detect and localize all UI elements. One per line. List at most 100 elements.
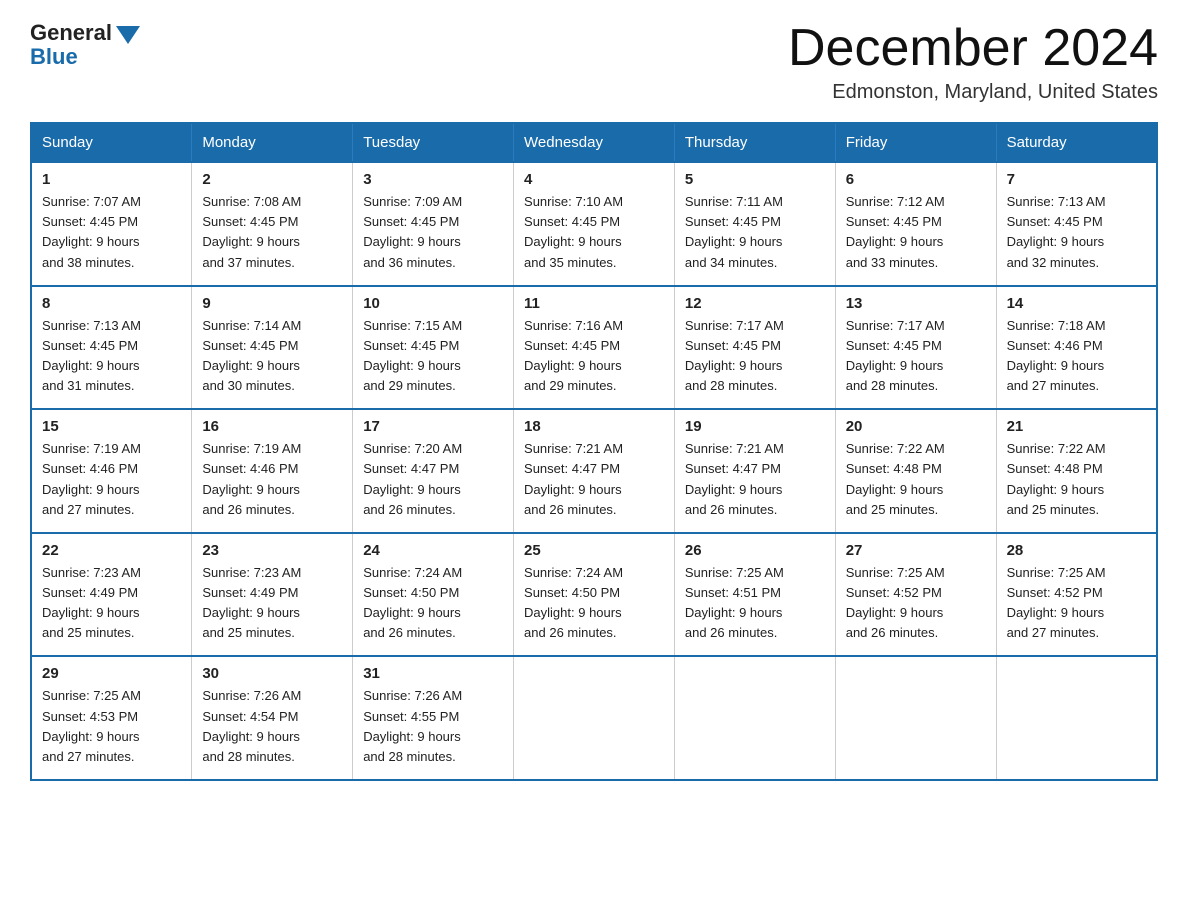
day-info: Sunrise: 7:16 AMSunset: 4:45 PMDaylight:… <box>524 316 664 397</box>
day-info: Sunrise: 7:25 AMSunset: 4:53 PMDaylight:… <box>42 686 181 767</box>
calendar-cell: 29 Sunrise: 7:25 AMSunset: 4:53 PMDaylig… <box>31 656 192 780</box>
day-number: 20 <box>846 418 986 435</box>
calendar-week-4: 22 Sunrise: 7:23 AMSunset: 4:49 PMDaylig… <box>31 533 1157 657</box>
day-number: 23 <box>202 542 342 559</box>
calendar-cell: 2 Sunrise: 7:08 AMSunset: 4:45 PMDayligh… <box>192 162 353 286</box>
day-info: Sunrise: 7:17 AMSunset: 4:45 PMDaylight:… <box>846 316 986 397</box>
calendar-cell: 11 Sunrise: 7:16 AMSunset: 4:45 PMDaylig… <box>514 286 675 410</box>
calendar-cell: 9 Sunrise: 7:14 AMSunset: 4:45 PMDayligh… <box>192 286 353 410</box>
location-text: Edmonston, Maryland, United States <box>788 81 1158 104</box>
calendar-cell: 20 Sunrise: 7:22 AMSunset: 4:48 PMDaylig… <box>835 409 996 533</box>
day-number: 28 <box>1007 542 1146 559</box>
calendar-cell: 12 Sunrise: 7:17 AMSunset: 4:45 PMDaylig… <box>674 286 835 410</box>
day-info: Sunrise: 7:21 AMSunset: 4:47 PMDaylight:… <box>685 439 825 520</box>
calendar-cell: 28 Sunrise: 7:25 AMSunset: 4:52 PMDaylig… <box>996 533 1157 657</box>
day-number: 10 <box>363 295 503 312</box>
day-info: Sunrise: 7:20 AMSunset: 4:47 PMDaylight:… <box>363 439 503 520</box>
calendar-cell: 15 Sunrise: 7:19 AMSunset: 4:46 PMDaylig… <box>31 409 192 533</box>
day-info: Sunrise: 7:13 AMSunset: 4:45 PMDaylight:… <box>42 316 181 397</box>
calendar-cell: 5 Sunrise: 7:11 AMSunset: 4:45 PMDayligh… <box>674 162 835 286</box>
calendar-cell: 27 Sunrise: 7:25 AMSunset: 4:52 PMDaylig… <box>835 533 996 657</box>
logo-general-text: General <box>30 20 112 46</box>
day-number: 27 <box>846 542 986 559</box>
calendar-cell: 19 Sunrise: 7:21 AMSunset: 4:47 PMDaylig… <box>674 409 835 533</box>
title-block: December 2024 Edmonston, Maryland, Unite… <box>788 20 1158 104</box>
day-number: 24 <box>363 542 503 559</box>
weekday-header-wednesday: Wednesday <box>514 123 675 162</box>
day-info: Sunrise: 7:25 AMSunset: 4:52 PMDaylight:… <box>846 563 986 644</box>
calendar-cell: 23 Sunrise: 7:23 AMSunset: 4:49 PMDaylig… <box>192 533 353 657</box>
day-info: Sunrise: 7:26 AMSunset: 4:55 PMDaylight:… <box>363 686 503 767</box>
day-info: Sunrise: 7:17 AMSunset: 4:45 PMDaylight:… <box>685 316 825 397</box>
calendar-week-5: 29 Sunrise: 7:25 AMSunset: 4:53 PMDaylig… <box>31 656 1157 780</box>
day-number: 17 <box>363 418 503 435</box>
calendar-cell: 17 Sunrise: 7:20 AMSunset: 4:47 PMDaylig… <box>353 409 514 533</box>
day-number: 11 <box>524 295 664 312</box>
day-info: Sunrise: 7:22 AMSunset: 4:48 PMDaylight:… <box>1007 439 1146 520</box>
day-info: Sunrise: 7:14 AMSunset: 4:45 PMDaylight:… <box>202 316 342 397</box>
calendar-cell <box>996 656 1157 780</box>
calendar-cell: 25 Sunrise: 7:24 AMSunset: 4:50 PMDaylig… <box>514 533 675 657</box>
day-info: Sunrise: 7:07 AMSunset: 4:45 PMDaylight:… <box>42 192 181 273</box>
day-number: 7 <box>1007 171 1146 188</box>
day-number: 6 <box>846 171 986 188</box>
day-number: 15 <box>42 418 181 435</box>
day-info: Sunrise: 7:25 AMSunset: 4:52 PMDaylight:… <box>1007 563 1146 644</box>
weekday-header-tuesday: Tuesday <box>353 123 514 162</box>
day-number: 4 <box>524 171 664 188</box>
day-info: Sunrise: 7:12 AMSunset: 4:45 PMDaylight:… <box>846 192 986 273</box>
day-number: 12 <box>685 295 825 312</box>
day-number: 2 <box>202 171 342 188</box>
day-info: Sunrise: 7:21 AMSunset: 4:47 PMDaylight:… <box>524 439 664 520</box>
day-info: Sunrise: 7:23 AMSunset: 4:49 PMDaylight:… <box>202 563 342 644</box>
day-number: 29 <box>42 665 181 682</box>
day-info: Sunrise: 7:13 AMSunset: 4:45 PMDaylight:… <box>1007 192 1146 273</box>
day-info: Sunrise: 7:22 AMSunset: 4:48 PMDaylight:… <box>846 439 986 520</box>
day-info: Sunrise: 7:18 AMSunset: 4:46 PMDaylight:… <box>1007 316 1146 397</box>
page-header: General Blue December 2024 Edmonston, Ma… <box>30 20 1158 104</box>
day-info: Sunrise: 7:23 AMSunset: 4:49 PMDaylight:… <box>42 563 181 644</box>
day-info: Sunrise: 7:26 AMSunset: 4:54 PMDaylight:… <box>202 686 342 767</box>
calendar-cell: 1 Sunrise: 7:07 AMSunset: 4:45 PMDayligh… <box>31 162 192 286</box>
logo: General Blue <box>30 20 140 70</box>
calendar-cell <box>835 656 996 780</box>
calendar-cell: 13 Sunrise: 7:17 AMSunset: 4:45 PMDaylig… <box>835 286 996 410</box>
calendar-cell: 22 Sunrise: 7:23 AMSunset: 4:49 PMDaylig… <box>31 533 192 657</box>
day-number: 9 <box>202 295 342 312</box>
calendar-cell: 24 Sunrise: 7:24 AMSunset: 4:50 PMDaylig… <box>353 533 514 657</box>
day-info: Sunrise: 7:09 AMSunset: 4:45 PMDaylight:… <box>363 192 503 273</box>
day-info: Sunrise: 7:19 AMSunset: 4:46 PMDaylight:… <box>202 439 342 520</box>
weekday-header-sunday: Sunday <box>31 123 192 162</box>
month-title: December 2024 <box>788 20 1158 77</box>
day-info: Sunrise: 7:11 AMSunset: 4:45 PMDaylight:… <box>685 192 825 273</box>
calendar-week-3: 15 Sunrise: 7:19 AMSunset: 4:46 PMDaylig… <box>31 409 1157 533</box>
calendar-cell: 14 Sunrise: 7:18 AMSunset: 4:46 PMDaylig… <box>996 286 1157 410</box>
day-number: 31 <box>363 665 503 682</box>
weekday-header-thursday: Thursday <box>674 123 835 162</box>
day-number: 19 <box>685 418 825 435</box>
day-number: 5 <box>685 171 825 188</box>
day-number: 25 <box>524 542 664 559</box>
calendar-cell: 10 Sunrise: 7:15 AMSunset: 4:45 PMDaylig… <box>353 286 514 410</box>
calendar-cell <box>514 656 675 780</box>
day-info: Sunrise: 7:24 AMSunset: 4:50 PMDaylight:… <box>363 563 503 644</box>
calendar-table: SundayMondayTuesdayWednesdayThursdayFrid… <box>30 122 1158 781</box>
day-number: 3 <box>363 171 503 188</box>
day-info: Sunrise: 7:08 AMSunset: 4:45 PMDaylight:… <box>202 192 342 273</box>
day-info: Sunrise: 7:24 AMSunset: 4:50 PMDaylight:… <box>524 563 664 644</box>
day-number: 26 <box>685 542 825 559</box>
day-number: 22 <box>42 542 181 559</box>
day-number: 16 <box>202 418 342 435</box>
calendar-cell: 31 Sunrise: 7:26 AMSunset: 4:55 PMDaylig… <box>353 656 514 780</box>
weekday-header-saturday: Saturday <box>996 123 1157 162</box>
calendar-cell: 16 Sunrise: 7:19 AMSunset: 4:46 PMDaylig… <box>192 409 353 533</box>
logo-blue-text: Blue <box>30 44 78 70</box>
day-number: 1 <box>42 171 181 188</box>
calendar-cell: 18 Sunrise: 7:21 AMSunset: 4:47 PMDaylig… <box>514 409 675 533</box>
day-number: 21 <box>1007 418 1146 435</box>
calendar-header-row: SundayMondayTuesdayWednesdayThursdayFrid… <box>31 123 1157 162</box>
day-number: 18 <box>524 418 664 435</box>
day-info: Sunrise: 7:15 AMSunset: 4:45 PMDaylight:… <box>363 316 503 397</box>
day-info: Sunrise: 7:10 AMSunset: 4:45 PMDaylight:… <box>524 192 664 273</box>
calendar-cell: 8 Sunrise: 7:13 AMSunset: 4:45 PMDayligh… <box>31 286 192 410</box>
